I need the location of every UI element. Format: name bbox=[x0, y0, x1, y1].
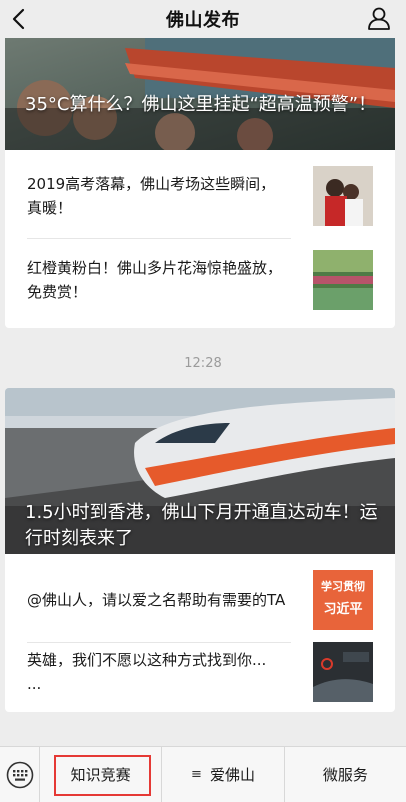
menu-knowledge-quiz[interactable]: 知识竞赛 bbox=[40, 747, 163, 802]
menu-love-foshan[interactable]: ≡ 爱佛山 bbox=[162, 747, 285, 802]
hero-article[interactable]: 35°C算什么？佛山这里挂起“超高温预警”！ bbox=[5, 38, 395, 150]
article-thumbnail bbox=[313, 250, 373, 310]
keyboard-toggle-button[interactable] bbox=[0, 747, 40, 802]
page-title: 佛山发布 bbox=[166, 10, 240, 31]
article-thumbnail bbox=[313, 166, 373, 226]
list-item[interactable]: 英雄，我们不愿以这种方式找到你... ... bbox=[5, 630, 395, 712]
thumb-caption: 学习贯彻 bbox=[321, 580, 365, 593]
article-thumbnail: 学习贯彻 习近平 bbox=[313, 570, 373, 630]
article-thumbnail bbox=[313, 642, 373, 702]
article-group-card: 35°C算什么？佛山这里挂起“超高温预警”！ 2019高考落幕，佛山考场这些瞬间… bbox=[5, 38, 395, 328]
menu-label: 爱佛山 bbox=[209, 766, 255, 784]
thumb-caption: 习近平 bbox=[323, 602, 363, 617]
article-title: 2019高考落幕，佛山考场这些瞬间，真暖！ bbox=[27, 175, 276, 217]
menu-list-icon: ≡ bbox=[191, 767, 202, 782]
list-item[interactable]: 2019高考落幕，佛山考场这些瞬间，真暖！ bbox=[5, 154, 395, 238]
menu-micro-service[interactable]: 微服务 bbox=[285, 747, 406, 802]
article-title: 英雄，我们不愿以这种方式找到你... ... bbox=[27, 651, 267, 693]
list-item[interactable]: 红橙黄粉白！佛山多片花海惊艳盛放，免费赏！ bbox=[5, 238, 395, 322]
article-title: 红橙黄粉白！佛山多片花海惊艳盛放，免费赏！ bbox=[27, 259, 283, 301]
hero-title: 35°C算什么？佛山这里挂起“超高温预警”！ bbox=[25, 94, 377, 115]
article-title: @佛山人，请以爱之名帮助有需要的TA bbox=[27, 591, 286, 609]
chevron-left-icon[interactable] bbox=[8, 7, 32, 31]
article-group-card: 1.5小时到香港，佛山下月开通直达动车！运行时刻表来了 @佛山人，请以爱之名帮助… bbox=[5, 388, 395, 712]
bottom-menu-bar: 知识竞赛 ≡ 爱佛山 微服务 bbox=[0, 746, 406, 802]
hero-title: 1.5小时到香港，佛山下月开通直达动车！运行时刻表来了 bbox=[25, 502, 378, 549]
message-timestamp: 12:28 bbox=[184, 356, 222, 371]
hero-article[interactable]: 1.5小时到香港，佛山下月开通直达动车！运行时刻表来了 bbox=[5, 388, 395, 554]
menu-label: 微服务 bbox=[322, 766, 368, 784]
person-icon[interactable] bbox=[366, 5, 392, 31]
menu-label: 知识竞赛 bbox=[70, 766, 131, 784]
top-navbar: 佛山发布 bbox=[0, 0, 406, 38]
keyboard-icon bbox=[6, 761, 33, 789]
